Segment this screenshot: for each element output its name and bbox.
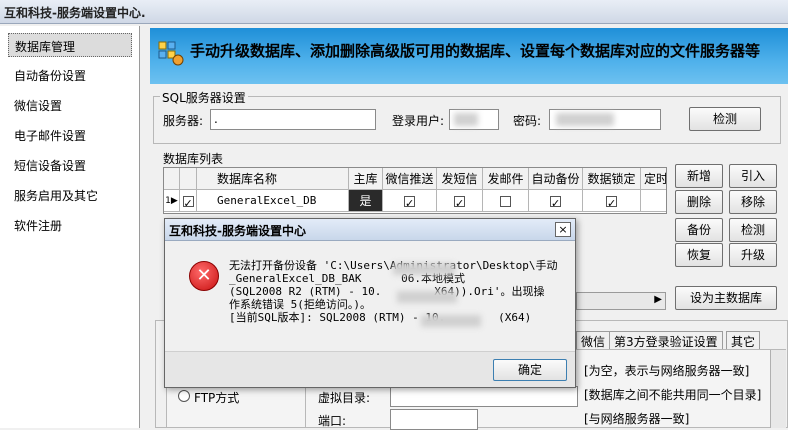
sidebar-item-database-management[interactable]: 数据库管理 [8,33,132,57]
table-row-db-name[interactable]: GeneralExcel_DB [197,190,349,212]
tab-wechat[interactable]: 微信 [576,331,611,349]
error-dialog: 互和科技-服务端设置中心 × ✕ 无法打开备份设备 'C:\Users\Admi… [164,218,576,388]
redacted-path [393,263,455,275]
col-timer[interactable]: 定时 [641,168,666,190]
note-shared-dir: [数据库之间不能共用同一个目录] [584,388,762,402]
timer-cell[interactable] [641,190,666,212]
set-main-db-button[interactable]: 设为主数据库 [675,286,777,310]
data-lock-checkbox[interactable] [583,190,641,212]
ftp-radio[interactable] [178,390,190,402]
sidebar: 数据库管理 自动备份设置 微信设置 电子邮件设置 短信设备设置 服务启用及其它 … [0,26,140,428]
col-wechat-push[interactable]: 微信推送 [383,168,437,190]
sidebar-item-sms[interactable]: 短信设备设置 [8,153,132,177]
upgrade-button[interactable]: 升级 [729,243,777,267]
sidebar-item-service[interactable]: 服务启用及其它 [8,183,132,207]
ok-button[interactable]: 确定 [493,359,567,381]
sidebar-item-wechat[interactable]: 微信设置 [8,93,132,117]
sidebar-item-registration[interactable]: 软件注册 [8,213,132,237]
note-empty: [为空，表示与网络服务器一致] [584,364,750,378]
dialog-titlebar: 互和科技-服务端设置中心 × [165,219,575,241]
close-icon[interactable]: × [555,222,571,237]
dialog-button-bar: 确定 [165,351,575,387]
check-button[interactable]: 检测 [729,218,777,242]
vertical-scrollbar[interactable] [770,350,786,428]
grid-horizontal-scrollbar[interactable]: ▶ [576,292,666,310]
redacted-version-2 [421,315,481,327]
banner-text: 手动升级数据库、添加删除高级版可用的数据库、设置每个数据库对应的文件服务器等 [190,42,761,60]
ftp-label: FTP方式 [194,391,240,405]
password-label: 密码: [513,114,542,128]
auto-backup-checkbox[interactable] [529,190,583,212]
col-data-lock[interactable]: 数据锁定 [583,168,641,190]
row-select-checkbox[interactable] [180,190,197,212]
password-input[interactable] [549,109,661,130]
db-list-title: 数据库列表 [163,152,224,166]
detect-button[interactable]: 检测 [689,107,761,131]
scroll-right-icon[interactable]: ▶ [654,294,662,305]
backup-button[interactable]: 备份 [675,218,723,242]
server-label: 服务器: [163,114,204,128]
table-row-main-cell[interactable]: 是 [349,190,383,212]
tab-other[interactable]: 其它 [726,331,761,349]
col-email[interactable]: 发邮件 [483,168,529,190]
table-row-index: 1▶ [164,190,180,212]
redacted-password [556,113,614,126]
col-main[interactable]: 主库 [349,168,383,190]
col-auto-backup[interactable]: 自动备份 [529,168,583,190]
add-button[interactable]: 新增 [675,164,723,188]
server-input[interactable]: . [210,109,376,130]
window-title: 互和科技-服务端设置中心. [4,6,146,20]
import-button[interactable]: 引入 [729,164,777,188]
virtual-dir-input[interactable] [390,386,578,407]
login-user-label: 登录用户: [392,114,445,128]
col-db-name[interactable]: 数据库名称 [197,168,349,190]
wechat-push-checkbox[interactable] [383,190,437,212]
note-network-server: [与网络服务器一致] [584,412,690,426]
sidebar-item-auto-backup[interactable]: 自动备份设置 [8,63,132,87]
database-settings-icon [158,41,184,66]
dialog-title: 互和科技-服务端设置中心 [169,224,306,238]
select-header [180,168,197,190]
delete-button[interactable]: 删除 [675,190,723,214]
remove-button[interactable]: 移除 [729,190,777,214]
database-grid: 数据库名称 主库 微信推送 发短信 发邮件 自动备份 数据锁定 定时 1▶ Ge… [163,167,667,214]
virtual-dir-label: 虚拟目录: [318,391,371,405]
window-titlebar: 互和科技-服务端设置中心. [0,0,788,24]
sms-checkbox[interactable] [437,190,483,212]
port-input[interactable] [390,409,478,430]
header-banner: 手动升级数据库、添加删除高级版可用的数据库、设置每个数据库对应的文件服务器等 [150,28,788,84]
row-indicator-header [164,168,180,190]
redacted-version-1 [397,291,457,303]
col-sms[interactable]: 发短信 [437,168,483,190]
tab-third-party-login[interactable]: 第3方登录验证设置 [609,331,723,349]
login-user-input[interactable] [449,109,499,130]
restore-button[interactable]: 恢复 [675,243,723,267]
email-checkbox[interactable] [483,190,529,212]
port-label: 端口: [318,414,347,428]
sql-group-title: SQL服务器设置 [160,89,248,106]
sidebar-item-email[interactable]: 电子邮件设置 [8,123,132,147]
redacted-user [454,113,478,126]
error-icon: ✕ [189,261,219,291]
